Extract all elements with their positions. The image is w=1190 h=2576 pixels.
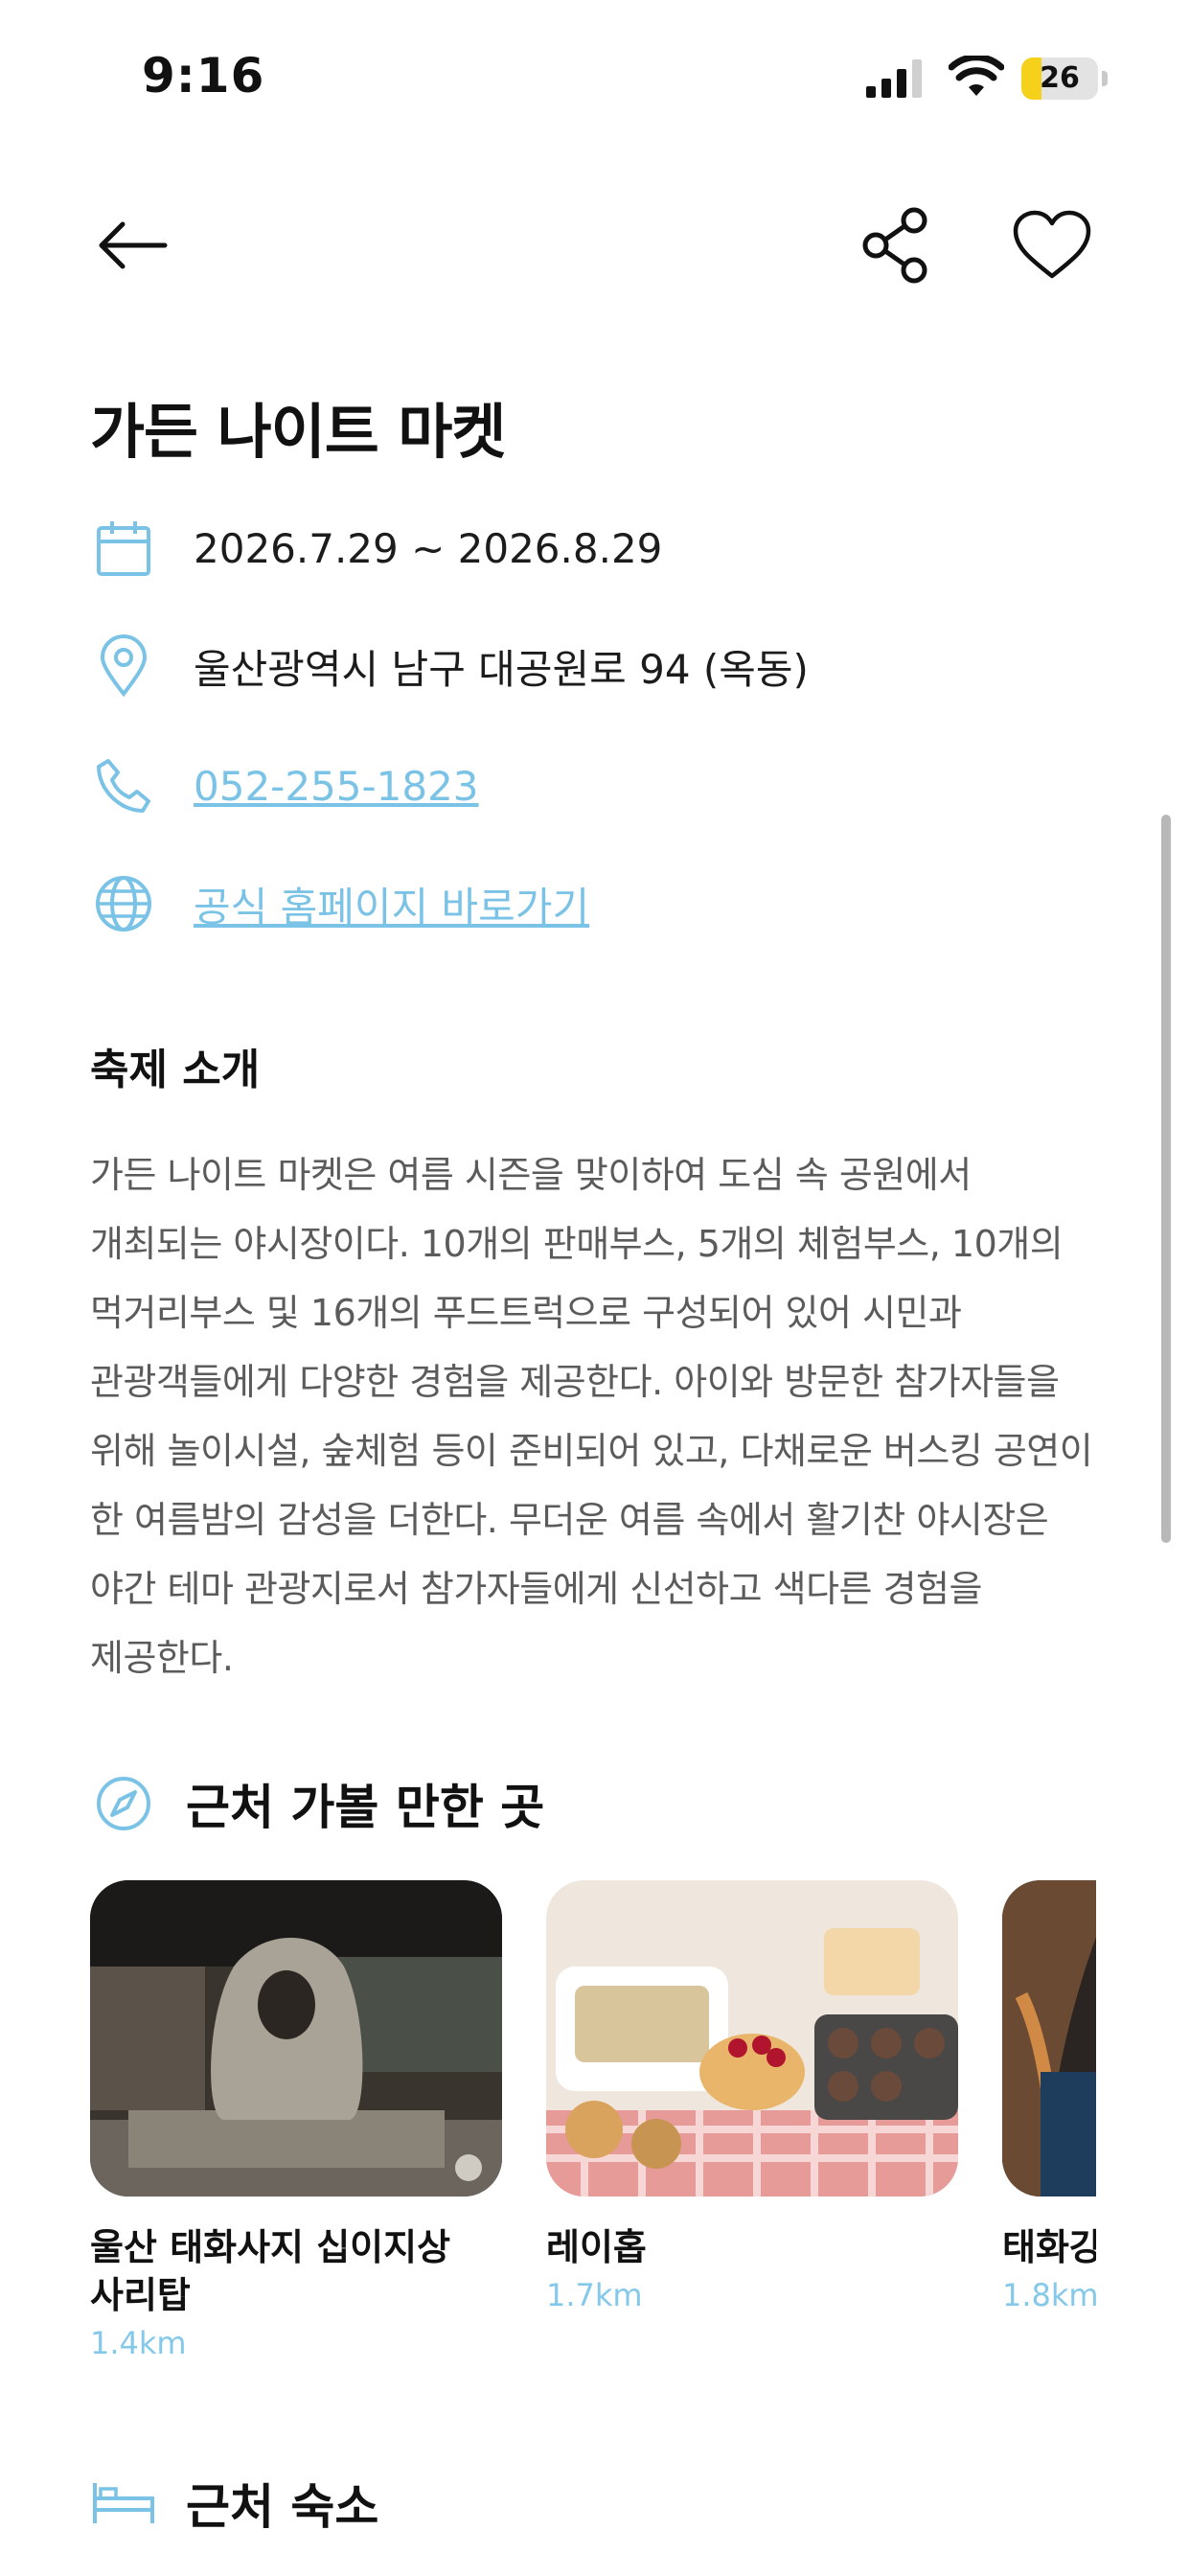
- place-name: 태화강: [1002, 2226, 1096, 2268]
- share-icon: [862, 207, 927, 284]
- homepage-link[interactable]: 공식 홈페이지 바로가기: [194, 875, 589, 933]
- address-row: 울산광역시 남구 대공원로 94 (옥동): [90, 628, 1106, 704]
- intro-heading: 축제 소개: [90, 1046, 261, 1094]
- date-row: 2026.7.29 ~ 2026.8.29: [90, 510, 1106, 586]
- homepage-row[interactable]: 공식 홈페이지 바로가기: [90, 865, 1106, 942]
- place-image: [90, 1880, 502, 2196]
- place-name: 울산 태화사지 십이지상 사리탑: [90, 2226, 451, 2316]
- battery-icon: 26: [1021, 58, 1108, 100]
- page-title: 가든 나이트 마켓: [90, 397, 506, 467]
- status-time: 9:16: [142, 48, 265, 104]
- place-image: [546, 1880, 958, 2196]
- place-distance: 1.8km: [1002, 2277, 1096, 2313]
- phone-link[interactable]: 052-255-1823: [194, 763, 479, 810]
- compass-icon: [90, 1770, 157, 1837]
- location-pin-icon: [90, 632, 157, 700]
- nearby-place-card[interactable]: 레이홉 1.7km: [546, 1880, 958, 2313]
- battery-level-text: 26: [1040, 61, 1080, 95]
- intro-body: 가든 나이트 마켓은 여름 시즌을 맞이하여 도심 속 공원에서 개최되는 야시…: [90, 1154, 1093, 1679]
- phone-row[interactable]: 052-255-1823: [90, 748, 1106, 824]
- signal-icon: [866, 59, 922, 98]
- place-image: [1002, 1880, 1096, 2196]
- share-button[interactable]: [851, 199, 943, 291]
- back-button[interactable]: [86, 199, 178, 291]
- globe-icon: [90, 870, 157, 937]
- place-distance: 1.4km: [90, 2325, 187, 2361]
- heart-icon: [1013, 210, 1091, 279]
- place-name: 레이홉: [546, 2226, 647, 2268]
- status-bar: 9:16 26: [0, 0, 1190, 153]
- wifi-icon: [949, 56, 1004, 96]
- date-range: 2026.7.29 ~ 2026.8.29: [194, 524, 663, 572]
- address: 울산광역시 남구 대공원로 94 (옥동): [194, 645, 809, 693]
- nearby-heading: 근처 가볼 만한 곳: [186, 1780, 545, 1835]
- lodging-heading-row: 근처 숙소: [90, 2465, 378, 2542]
- top-navigation: [0, 192, 1190, 297]
- nearby-places-carousel[interactable]: 울산 태화사지 십이지상 사리탑 1.4km 레이홉 1.7km 태화강 1.8…: [90, 1880, 1096, 2379]
- nearby-place-card[interactable]: 울산 태화사지 십이지상 사리탑 1.4km: [90, 1880, 502, 2361]
- place-distance: 1.7km: [546, 2277, 643, 2313]
- favorite-button[interactable]: [1006, 199, 1098, 291]
- phone-icon: [90, 752, 157, 819]
- nearby-heading-row: 근처 가볼 만한 곳: [90, 1765, 544, 1842]
- nearby-place-card[interactable]: 태화강 1.8km: [1002, 1880, 1096, 2313]
- calendar-icon: [90, 515, 157, 582]
- bed-icon: [90, 2470, 157, 2537]
- lodging-heading: 근처 숙소: [186, 2479, 379, 2535]
- scrollbar[interactable]: [1161, 815, 1171, 1543]
- back-arrow-icon: [99, 221, 168, 269]
